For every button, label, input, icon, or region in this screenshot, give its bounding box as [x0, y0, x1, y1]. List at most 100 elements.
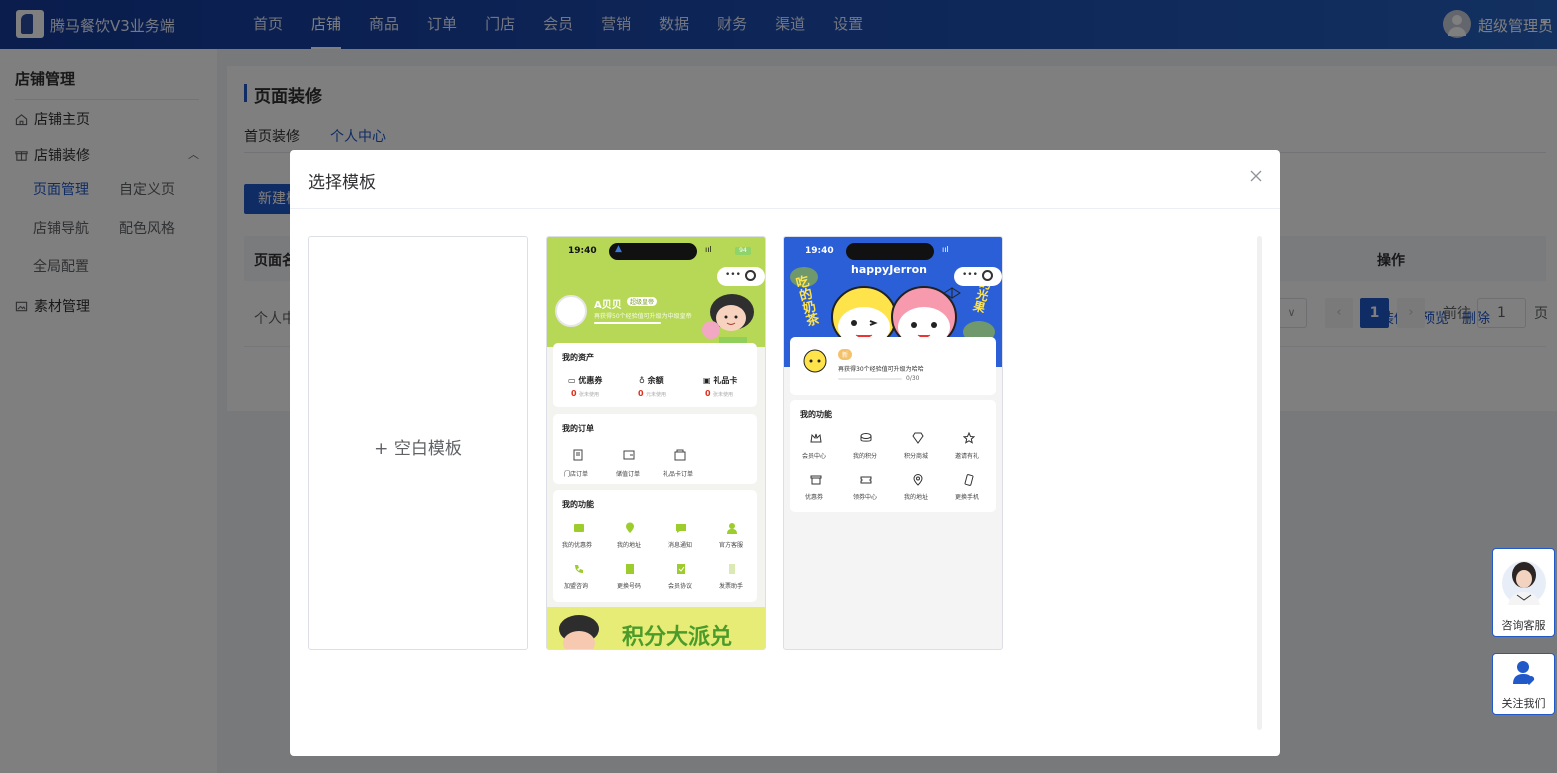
record-icon	[745, 270, 756, 281]
phone-icon	[575, 565, 583, 573]
coupon-icon	[810, 475, 822, 485]
asset-gift-card: ▣ 礼品卡	[703, 375, 737, 386]
status-time: 19:40	[805, 246, 834, 256]
function-label: 我的优惠券	[562, 542, 593, 549]
function-label: 官方客服	[719, 542, 744, 549]
more-icon: •••	[725, 270, 741, 280]
points-banner: 积分大派兑	[547, 607, 765, 650]
service-icon	[727, 523, 737, 534]
orders-card: 我的订单 门店订单 储值订单 礼品卡订单	[553, 414, 757, 484]
level-badge: 超级皇帝	[627, 297, 658, 306]
dynamic-island	[846, 243, 934, 260]
asset-value: 0	[638, 389, 644, 398]
signal-icon: ııl	[942, 245, 949, 254]
assets-card: 我的资产 ▭ 优惠券 ♁ 余额 ▣ 礼品卡 0 张未使用 0 元未使用 0 张未…	[553, 343, 757, 407]
function-label: 发票助手	[719, 583, 744, 590]
user-avatar-thumb	[555, 295, 587, 327]
function-label: 会员协议	[668, 583, 693, 590]
function-label: 领券中心	[853, 494, 878, 501]
function-label: 积分商城	[904, 453, 929, 460]
dialog-title: 选择模板	[308, 173, 376, 193]
invoice-icon	[729, 564, 735, 574]
asset-label: 优惠券	[578, 376, 603, 385]
asset-value: 0	[571, 389, 577, 398]
star-icon	[963, 432, 975, 444]
template-card-blue[interactable]: happyJerron 吃的奶茶 的光果 19:40 ııl ••• 新 再获得…	[783, 236, 1003, 650]
template-user-name: A贝贝	[594, 300, 622, 311]
follow-label: 关注我们	[1501, 697, 1546, 710]
ticket-icon	[860, 476, 872, 484]
brand-name: happyJerron	[851, 263, 927, 276]
battery-indicator: 94	[735, 247, 751, 255]
function-label: 我的积分	[853, 453, 878, 460]
functions-card: 我的功能 我的优惠券 我的地址 消息通知 官方客服 加盟咨询 更换号码 会员协议…	[553, 490, 757, 602]
asset-balance: ♁ 余额	[639, 375, 664, 386]
swap-number-icon	[626, 564, 634, 574]
order-type-label: 礼品卡订单	[663, 471, 694, 478]
asset-unit: 张未使用	[713, 392, 734, 398]
phone-swap-icon	[964, 474, 974, 486]
function-label: 邀请有礼	[955, 453, 980, 460]
template-scrollbar[interactable]	[1257, 236, 1262, 730]
gift-icon: ▣	[703, 376, 714, 385]
consult-service-button[interactable]: 咨询客服	[1492, 548, 1555, 637]
coupon-icon: ▭	[568, 376, 579, 385]
orders-title: 我的订单	[562, 424, 594, 433]
template-select-dialog: 选择模板 + 空白模板 19:40 ▲ ııl 94 ••• A贝贝 超级皇帝 …	[290, 150, 1280, 756]
mascot-illustration	[702, 294, 754, 352]
asset-unit: 张未使用	[579, 392, 600, 398]
asset-label: 余额	[647, 376, 664, 385]
dialog-divider	[290, 208, 1280, 209]
function-label: 更换手机	[955, 494, 980, 501]
agreement-icon	[677, 564, 685, 574]
consult-label: 咨询客服	[1501, 619, 1546, 632]
progress-value: 0/30	[906, 375, 920, 382]
order-type-label: 门店订单	[564, 471, 589, 478]
asset-value: 0	[705, 389, 711, 398]
status-time: 19:40	[568, 246, 597, 256]
asset-unit: 元未使用	[646, 392, 667, 398]
functions-card: 我的功能 会员中心 我的积分 积分商城 邀请有礼 优惠券 领券中心 我的地址 更…	[790, 400, 996, 512]
level-badge: 新	[838, 349, 853, 360]
brand-mascot-avatar	[803, 349, 827, 373]
function-label: 消息通知	[668, 542, 693, 549]
agent-avatar-icon	[1502, 561, 1546, 605]
function-label: 优惠券	[805, 494, 824, 501]
close-icon[interactable]	[1247, 167, 1265, 185]
crown-icon	[810, 433, 822, 443]
banner-text: 积分大派兑	[622, 625, 733, 650]
template-card-green[interactable]: 19:40 ▲ ııl 94 ••• A贝贝 超级皇帝 再获得50个经验值可升级…	[546, 236, 766, 650]
location-icon	[626, 522, 634, 533]
function-label: 更换号码	[617, 583, 642, 590]
dynamic-island	[609, 243, 697, 260]
functions-title: 我的功能	[800, 410, 832, 419]
message-icon	[676, 524, 686, 533]
wallet-icon: ♁	[639, 376, 648, 385]
function-label: 会员中心	[802, 453, 827, 460]
stored-value-icon	[623, 450, 635, 460]
asset-coupon: ▭ 优惠券	[568, 375, 602, 386]
location-icon	[913, 474, 923, 486]
functions-title: 我的功能	[562, 500, 594, 509]
follow-us-button[interactable]: 关注我们	[1492, 653, 1555, 715]
user-heart-icon	[1513, 661, 1535, 685]
function-label: 我的地址	[617, 542, 642, 549]
more-icon: •••	[962, 270, 978, 280]
level-progress-bar	[594, 322, 661, 324]
level-progress-bar	[838, 378, 902, 380]
diamond-icon	[912, 432, 924, 444]
blank-template-card[interactable]: + 空白模板	[308, 236, 528, 650]
progress-text: 再获得50个经验值可升级为中级皇帝	[594, 313, 692, 320]
coupon-icon	[574, 524, 584, 532]
navigation-icon: ▲	[615, 244, 622, 254]
store-order-icon	[573, 449, 583, 461]
banner-mascot	[559, 615, 599, 649]
function-label: 加盟咨询	[564, 583, 589, 590]
member-card: 新 再获得30个经验值可升级为哈哈 0/30	[790, 337, 996, 395]
signal-icon: ııl	[705, 245, 712, 254]
points-icon	[860, 433, 872, 442]
gift-card-order-icon	[674, 449, 686, 461]
progress-text: 再获得30个经验值可升级为哈哈	[838, 366, 924, 373]
assets-title: 我的资产	[562, 353, 594, 362]
function-label: 我的地址	[904, 494, 929, 501]
